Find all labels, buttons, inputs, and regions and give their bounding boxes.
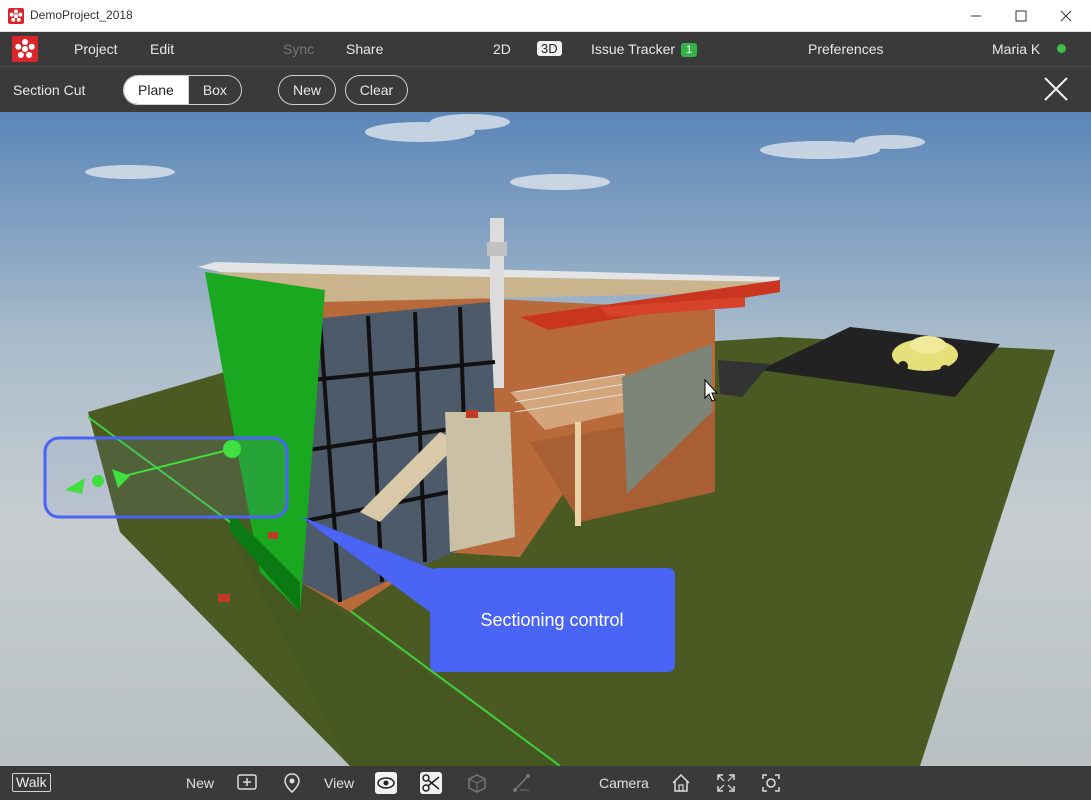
walk-mode-button[interactable]: Walk — [12, 773, 51, 792]
screenshot-button[interactable] — [760, 772, 782, 794]
deck-post — [575, 422, 581, 526]
close-icon — [1044, 77, 1068, 101]
gizmo-center-handle[interactable] — [92, 475, 104, 487]
issue-tracker-button[interactable]: Issue Tracker 1 — [591, 41, 698, 57]
measure-button[interactable] — [511, 772, 533, 794]
eye-icon — [377, 777, 395, 789]
chimney-mass — [445, 412, 515, 552]
menu-project[interactable]: Project — [74, 41, 118, 57]
logo-icon — [15, 39, 35, 58]
user-menu[interactable]: Maria K — [992, 41, 1040, 57]
view-2d-button[interactable]: 2D — [493, 41, 511, 57]
cube-icon — [468, 774, 486, 793]
home-icon — [672, 773, 690, 792]
visibility-button[interactable] — [375, 772, 397, 794]
home-view-button[interactable] — [670, 772, 692, 794]
close-window-button[interactable] — [1043, 0, 1088, 31]
view-label: View — [324, 775, 355, 791]
maximize-button[interactable] — [998, 0, 1043, 31]
fullscreen-icon — [717, 774, 735, 792]
minimize-button[interactable] — [953, 0, 998, 31]
scissors-icon — [422, 774, 440, 792]
menu-preferences[interactable]: Preferences — [808, 41, 883, 57]
close-icon — [1060, 10, 1071, 21]
app-icon — [8, 8, 24, 24]
fit-view-button[interactable] — [715, 772, 737, 794]
window-title: DemoProject_2018 — [30, 8, 133, 22]
minimize-icon — [970, 15, 981, 16]
callout-text: Sectioning control — [480, 610, 623, 630]
close-section-toolbar-button[interactable] — [1043, 76, 1069, 102]
menu-edit[interactable]: Edit — [150, 41, 174, 57]
menu-share[interactable]: Share — [346, 41, 383, 57]
camera-label: Camera — [599, 775, 649, 791]
add-comment-icon — [237, 774, 257, 790]
new-section-button[interactable]: New — [278, 75, 336, 105]
main-menubar: Project Edit Sync Share 2D 3D Issue Trac… — [0, 32, 1091, 66]
chimney-collar — [487, 242, 507, 256]
section-mode-toggle: Plane Box — [123, 75, 242, 105]
new-label: New — [186, 775, 215, 791]
section-cut-tool-button[interactable] — [420, 772, 442, 794]
box-mode-button[interactable]: Box — [187, 76, 241, 104]
clear-section-button[interactable]: Clear — [345, 75, 408, 105]
issue-marker[interactable] — [218, 594, 230, 602]
measure-icon — [513, 774, 530, 792]
maximize-icon — [1015, 10, 1026, 21]
sectioning-control-highlight — [43, 436, 289, 519]
issue-marker[interactable] — [268, 532, 278, 539]
plane-mode-button[interactable]: Plane — [124, 76, 188, 104]
map-pin-icon — [284, 773, 300, 793]
online-status-indicator — [1057, 44, 1066, 53]
gizmo-rotate-handle[interactable] — [223, 440, 241, 458]
3d-viewport[interactable]: Sectioning control — [0, 112, 1091, 766]
camera-snapshot-icon — [762, 774, 780, 792]
issue-marker[interactable] — [466, 410, 478, 418]
add-pin-button[interactable] — [281, 772, 303, 794]
window-titlebar: DemoProject_2018 — [0, 0, 1091, 32]
issue-count-badge: 1 — [681, 43, 698, 57]
issue-tracker-label: Issue Tracker — [591, 41, 676, 57]
bottom-toolbar: Walk New View Camera — [0, 766, 1091, 800]
isolate-object-button[interactable] — [466, 772, 488, 794]
view-3d-button[interactable]: 3D — [537, 41, 562, 56]
add-comment-button[interactable] — [236, 772, 258, 794]
menu-sync[interactable]: Sync — [283, 41, 314, 57]
section-cut-label: Section Cut — [13, 82, 86, 98]
app-logo-button[interactable] — [12, 36, 38, 62]
section-cut-toolbar: Section Cut Plane Box New Clear — [0, 66, 1091, 113]
